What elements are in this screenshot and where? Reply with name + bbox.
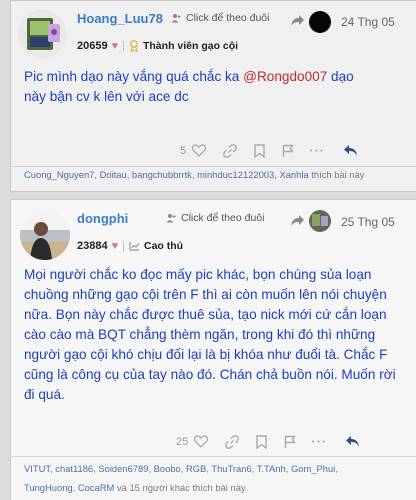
reply-icon[interactable] <box>345 435 360 448</box>
heart-icon[interactable] <box>192 144 207 157</box>
like-count[interactable]: 25 <box>176 436 188 448</box>
liker-name[interactable]: RGB <box>186 463 206 474</box>
divider: | <box>122 40 125 52</box>
post-body: Mọi người chắc ko đọc mấy pic khác, bọn … <box>24 267 396 402</box>
divider: | <box>122 240 125 252</box>
liked-by-line: VITUT, chat1186, Soiden6789, Boobo, RGB,… <box>24 463 338 474</box>
liker-name[interactable]: chat1186 <box>55 463 93 474</box>
post-username[interactable]: Hoang_Luu78 <box>77 11 163 26</box>
post-body: Pic mình dạo này vắng quá chắc ka @Rongd… <box>24 67 354 107</box>
follow-label: Click để theo đuôi <box>181 212 265 224</box>
chart-icon <box>129 242 140 251</box>
liker-name[interactable]: Gom_Phui <box>291 463 335 474</box>
liker-name[interactable]: CocaRM <box>78 482 114 493</box>
user-rank: Cao thủ <box>129 240 183 252</box>
bookmark-icon[interactable] <box>254 143 265 158</box>
liker-name[interactable]: ThuTran6 <box>211 463 251 474</box>
post-date[interactable]: 25 Thg 05 <box>341 215 395 229</box>
liker-name[interactable]: Doitau <box>100 169 127 180</box>
reply-target-avatar[interactable] <box>309 210 331 232</box>
bookmark-icon[interactable] <box>256 434 267 449</box>
score-value: 23884 <box>77 240 108 252</box>
liked-suffix: và 15 người khác thích bài này <box>116 482 246 493</box>
follow-label: Click để theo đuôi <box>186 12 270 24</box>
user-rank: Thành viên gạo cội <box>129 40 238 52</box>
liked-by-line: TungHuong, CocaRM và 15 người khác thích… <box>24 482 246 493</box>
ribbon-icon <box>130 40 138 52</box>
follow-button[interactable]: Click để theo đuôi <box>171 12 269 24</box>
rank-label: Cao thủ <box>143 240 184 252</box>
post-username[interactable]: dongphi <box>77 211 128 226</box>
post-actions: 5 ··· <box>180 143 358 158</box>
liker-name[interactable]: TungHuong <box>24 482 73 493</box>
liker-name[interactable]: T.TAnh <box>257 463 286 474</box>
score-value: 20659 <box>77 40 108 52</box>
reply-target-avatar[interactable] <box>309 11 331 33</box>
rank-label: Thành viên gạo cội <box>142 40 239 52</box>
user-score: 23884 ♥ | Cao thủ <box>77 240 183 252</box>
liker-name[interactable]: Xanhla <box>279 169 308 180</box>
link-icon[interactable] <box>223 143 238 158</box>
person-plus-icon <box>171 14 181 23</box>
post-date[interactable]: 24 Thg 05 <box>341 15 395 29</box>
ellipsis-icon[interactable]: ··· <box>309 143 325 158</box>
heart-icon: ♥ <box>111 240 119 252</box>
heart-icon[interactable] <box>194 435 209 448</box>
liker-name[interactable]: VITUT <box>24 463 50 474</box>
liker-name[interactable]: bangchubbrrtk <box>132 169 192 180</box>
user-mention[interactable]: @Rongdo007 <box>243 69 327 84</box>
follow-button[interactable]: Click để theo đuôi <box>166 212 264 224</box>
share-arrow-icon[interactable] <box>290 14 305 27</box>
topic-page: Hoang_Luu78 Click để theo đuôi 24 Thg 05… <box>0 0 416 500</box>
liker-name[interactable]: Soiden6789 <box>98 463 148 474</box>
liked-by-bar: VITUT, chat1186, Soiden6789, Boobo, RGB,… <box>10 456 416 500</box>
liked-by-bar: Cuong_Nguyen7, Doitau, bangchubbrrtk, mi… <box>10 166 416 182</box>
reply-icon[interactable] <box>343 144 358 157</box>
ellipsis-icon[interactable]: ··· <box>311 434 327 449</box>
post-actions: 25 ··· <box>176 434 360 449</box>
liker-name[interactable]: Cuong_Nguyen7 <box>24 169 94 180</box>
liked-suffix: thích bài này <box>311 169 365 180</box>
avatar[interactable] <box>20 210 70 260</box>
user-score: 20659 ♥ | Thành viên gạo cội <box>77 40 238 52</box>
liker-name[interactable]: minhduc12122003 <box>197 169 274 180</box>
share-arrow-icon[interactable] <box>290 214 305 227</box>
heart-icon: ♥ <box>111 40 119 52</box>
flag-icon[interactable] <box>284 435 297 449</box>
person-plus-icon <box>166 214 176 223</box>
avatar[interactable] <box>18 10 66 58</box>
flag-icon[interactable] <box>282 144 294 158</box>
link-icon[interactable] <box>225 434 240 449</box>
post-body-text: Pic mình dạo này vắng quá chắc ka <box>24 69 244 84</box>
like-count[interactable]: 5 <box>180 145 186 157</box>
liker-name[interactable]: Boobo <box>154 463 181 474</box>
